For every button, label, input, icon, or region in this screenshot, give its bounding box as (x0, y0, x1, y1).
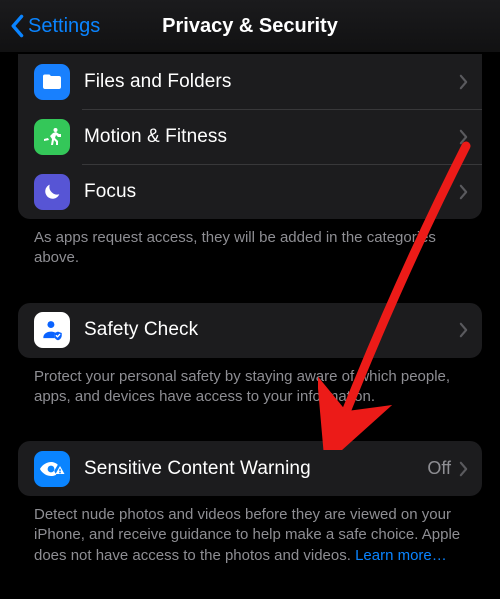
chevron-right-icon (459, 74, 468, 90)
chevron-right-icon (459, 461, 468, 477)
settings-group-sensitive: Sensitive Content Warning Off (18, 441, 482, 496)
nav-bar: Settings Privacy & Security (0, 0, 500, 52)
row-motion-fitness[interactable]: Motion & Fitness (18, 109, 482, 164)
chevron-right-icon (459, 184, 468, 200)
row-files-and-folders[interactable]: Files and Folders (18, 54, 482, 109)
row-focus[interactable]: Focus (18, 164, 482, 219)
settings-group-app-access: Files and Folders Motion & Fitness Focus (18, 54, 482, 219)
row-label: Safety Check (84, 319, 459, 341)
chevron-right-icon (459, 322, 468, 338)
group-footer: Protect your personal safety by staying … (18, 358, 482, 408)
row-value: Off (427, 458, 451, 479)
settings-group-safety: Safety Check (18, 303, 482, 358)
group-footer: As apps request access, they will be add… (18, 219, 482, 269)
learn-more-link[interactable]: Learn more… (355, 547, 447, 564)
row-label: Motion & Fitness (84, 126, 459, 148)
folder-icon (34, 64, 70, 100)
row-label: Files and Folders (84, 71, 459, 93)
row-sensitive-content-warning[interactable]: Sensitive Content Warning Off (18, 441, 482, 496)
moon-icon (34, 174, 70, 210)
row-label: Sensitive Content Warning (84, 458, 427, 480)
eye-warning-icon (34, 451, 70, 487)
running-icon (34, 119, 70, 155)
back-label: Settings (28, 15, 100, 38)
safety-check-icon (34, 312, 70, 348)
group-footer: Detect nude photos and videos before the… (18, 496, 482, 566)
back-button[interactable]: Settings (0, 14, 100, 38)
row-label: Focus (84, 181, 459, 203)
row-safety-check[interactable]: Safety Check (18, 303, 482, 358)
chevron-left-icon (10, 14, 26, 38)
chevron-right-icon (459, 129, 468, 145)
